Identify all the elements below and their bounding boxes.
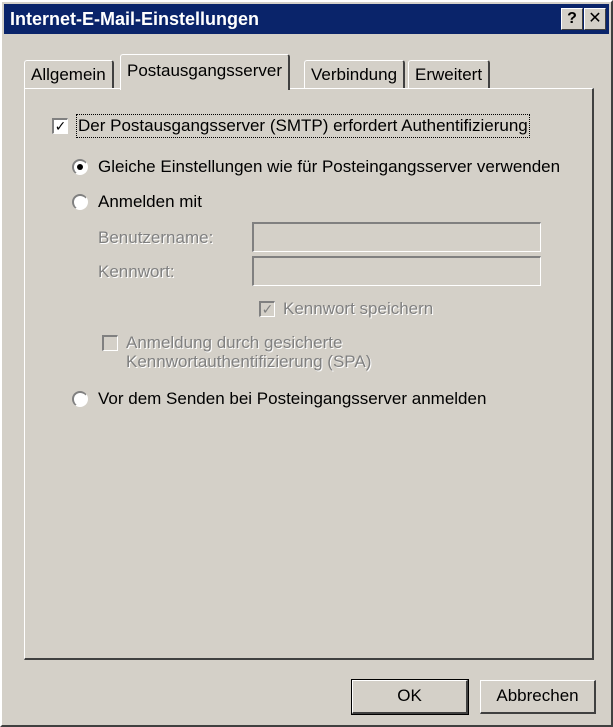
dialog-window: Internet-E-Mail-Einstellungen ? ✕ Allgem… <box>0 0 613 727</box>
help-button[interactable]: ? <box>561 8 583 30</box>
tab-verbindung[interactable]: Verbindung <box>304 60 406 88</box>
username-input[interactable] <box>252 222 541 252</box>
tab-erweitert[interactable]: Erweitert <box>408 60 491 88</box>
spa-label-line2[interactable]: Kennwortauthentifizierung (SPA) <box>126 352 371 372</box>
title-bar: Internet-E-Mail-Einstellungen ? ✕ <box>4 4 609 34</box>
login-before-send-label[interactable]: Vor dem Senden bei Posteingangsserver an… <box>98 389 486 409</box>
spa-label-line1[interactable]: Anmeldung durch gesicherte <box>126 333 342 353</box>
same-settings-radio[interactable] <box>72 159 88 175</box>
password-label: Kennwort: <box>98 262 175 281</box>
tab-allgemein[interactable]: Allgemein <box>24 60 114 88</box>
smtp-auth-label[interactable]: Der Postausgangsserver (SMTP) erfordert … <box>76 114 530 138</box>
radio-selected-dot <box>77 164 83 170</box>
smtp-auth-checkbox[interactable]: ✓ <box>52 118 68 134</box>
save-password-checkbox[interactable]: ✓ <box>259 301 275 317</box>
cancel-button[interactable]: Abbrechen <box>480 680 596 714</box>
save-password-label[interactable]: Kennwort speichern <box>283 299 433 319</box>
spa-checkbox[interactable] <box>102 335 118 351</box>
username-label: Benutzername: <box>98 228 214 247</box>
tab-postausgangsserver[interactable]: Postausgangsserver <box>120 54 290 90</box>
login-with-radio[interactable] <box>72 194 88 210</box>
same-settings-label[interactable]: Gleiche Einstellungen wie für Posteingan… <box>98 157 560 177</box>
close-button[interactable]: ✕ <box>584 8 606 30</box>
password-input[interactable] <box>252 256 541 286</box>
ok-button[interactable]: OK <box>351 679 469 715</box>
login-with-label[interactable]: Anmelden mit <box>98 192 202 212</box>
login-before-send-radio[interactable] <box>72 391 88 407</box>
window-title: Internet-E-Mail-Einstellungen <box>10 9 260 29</box>
